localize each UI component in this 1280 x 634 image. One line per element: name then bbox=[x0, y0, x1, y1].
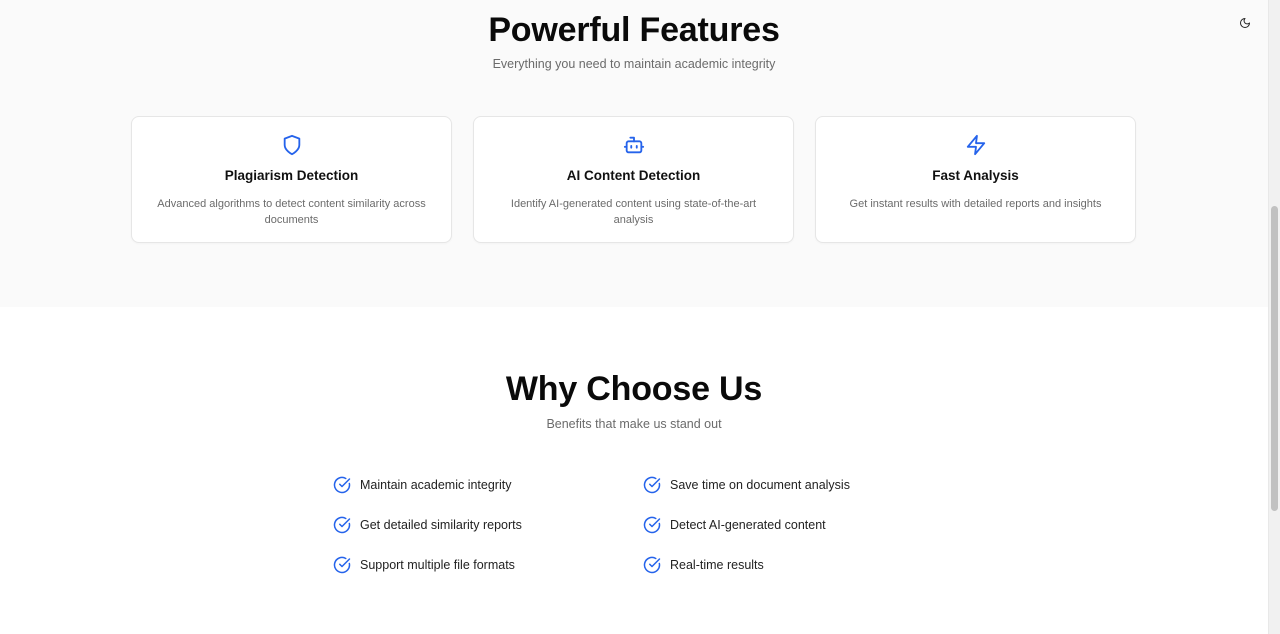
benefit-label: Real-time results bbox=[670, 558, 764, 572]
benefit-label: Maintain academic integrity bbox=[360, 478, 512, 492]
feature-card-description: Advanced algorithms to detect content si… bbox=[157, 198, 426, 226]
benefit-label: Get detailed similarity reports bbox=[360, 518, 522, 532]
theme-toggle-button[interactable] bbox=[1237, 15, 1253, 31]
check-circle-icon bbox=[333, 516, 351, 534]
feature-card-plagiarism: Plagiarism Detection Advanced algorithms… bbox=[131, 116, 452, 243]
features-section: Powerful Features Everything you need to… bbox=[0, 0, 1268, 307]
check-circle-icon bbox=[333, 556, 351, 574]
feature-card-title: Plagiarism Detection bbox=[224, 168, 359, 183]
feature-card-title: Fast Analysis bbox=[932, 168, 1019, 183]
feature-card-ai-detection: AI Content Detection Identify AI-generat… bbox=[473, 116, 794, 243]
benefit-item: Support multiple file formats bbox=[333, 555, 515, 575]
check-circle-icon bbox=[643, 476, 661, 494]
moon-icon bbox=[1240, 18, 1250, 28]
shield-icon bbox=[283, 134, 300, 156]
lightning-icon bbox=[966, 134, 985, 156]
robot-icon bbox=[623, 136, 644, 154]
check-circle-icon bbox=[333, 476, 351, 494]
benefit-label: Detect AI-generated content bbox=[670, 518, 826, 532]
benefit-item: Get detailed similarity reports bbox=[333, 515, 522, 535]
feature-card-title: AI Content Detection bbox=[566, 168, 701, 183]
benefit-item: Real-time results bbox=[643, 555, 764, 575]
why-choose-us-section: Why Choose Us Benefits that make us stan… bbox=[0, 307, 1268, 634]
feature-card-description: Get instant results with detailed report… bbox=[849, 198, 1102, 210]
why-subtitle: Benefits that make us stand out bbox=[546, 417, 722, 431]
scrollbar-thumb[interactable] bbox=[1271, 206, 1278, 511]
check-circle-icon bbox=[643, 556, 661, 574]
benefit-item: Save time on document analysis bbox=[643, 475, 850, 495]
features-title: Powerful Features bbox=[488, 11, 780, 49]
page-scrollbar[interactable] bbox=[1268, 0, 1280, 634]
benefit-item: Maintain academic integrity bbox=[333, 475, 511, 495]
benefit-label: Save time on document analysis bbox=[670, 478, 850, 492]
check-circle-icon bbox=[643, 516, 661, 534]
feature-card-fast-analysis: Fast Analysis Get instant results with d… bbox=[815, 116, 1136, 243]
benefit-item: Detect AI-generated content bbox=[643, 515, 826, 535]
why-title: Why Choose Us bbox=[505, 370, 763, 408]
features-subtitle: Everything you need to maintain academic… bbox=[492, 57, 776, 71]
feature-card-description: Identify AI-generated content using stat… bbox=[510, 198, 757, 226]
benefit-label: Support multiple file formats bbox=[360, 558, 515, 572]
